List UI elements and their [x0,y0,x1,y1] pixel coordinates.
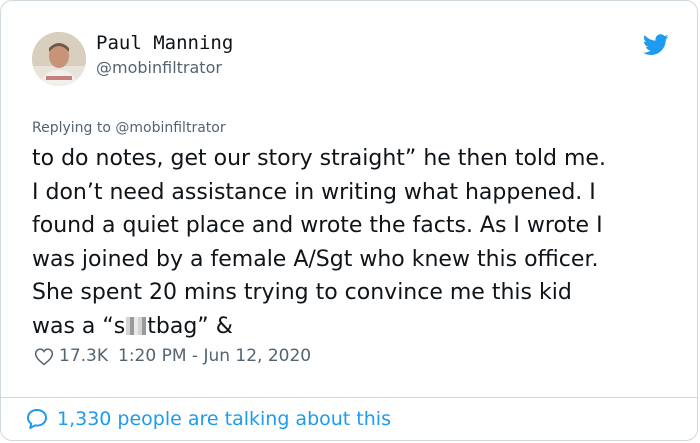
divider [1,397,697,398]
tweet-line: She spent 20 mins trying to convince me … [32,280,572,305]
talking-link[interactable]: 1,330 people are talking about this [25,405,391,433]
censor-blur [126,316,147,335]
replying-handle[interactable]: @mobinfiltrator [115,120,225,136]
tweet-line: to do notes, get our story straight” he … [32,146,606,171]
avatar-photo [32,32,86,86]
author-name[interactable]: Paul Manning [96,32,233,54]
avatar[interactable] [32,32,86,86]
twitter-bird-icon[interactable] [643,34,669,56]
tweet-line-segment: was a “s [32,313,126,339]
heart-icon[interactable] [34,347,54,366]
timestamp[interactable]: 1:20 PM - Jun 12, 2020 [118,346,311,366]
tweet-line-segment: tbag” & [147,313,233,339]
tweet-line: I don’t need assistance in writing what … [32,179,596,205]
tweet-meta: 17.3K 1:20 PM - Jun 12, 2020 [34,344,311,368]
tweet-text: to do notes, get our story straight” he … [32,142,692,343]
tweet-line: was joined by a female A/Sgt who knew th… [32,246,599,272]
tweet-line: found a quiet place and wrote the facts.… [32,213,603,238]
talking-label[interactable]: 1,330 people are talking about this [57,408,391,430]
tweet-line-last: was a “s tbag” & [32,310,692,344]
replying-prefix: Replying to [32,120,111,136]
replying-to: Replying to @mobinfiltrator [32,120,226,136]
tweet-card: Paul Manning @mobinfiltrator Replying to… [0,0,698,441]
speech-bubble-icon [27,409,47,429]
like-count[interactable]: 17.3K [59,346,108,366]
author-handle[interactable]: @mobinfiltrator [96,58,222,77]
